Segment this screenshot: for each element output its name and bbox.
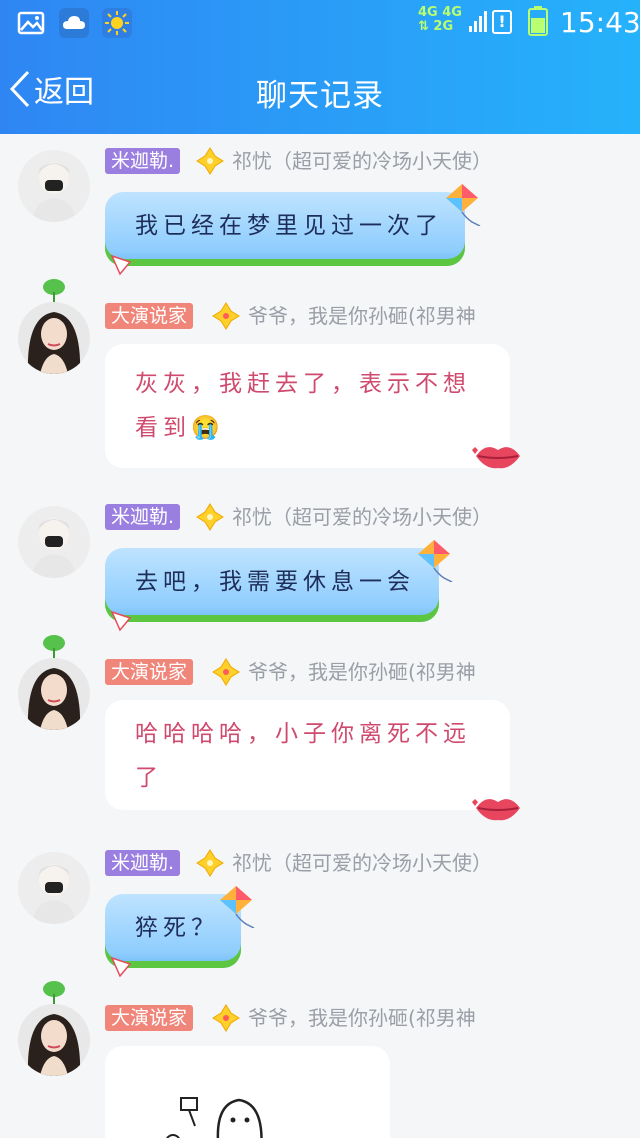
chat-message: 大演说家 爷爷，我是你孙砸(祁男神 灰灰，我赶去了，表示不想看到😭 [0,279,640,484]
message-bubble[interactable] [105,1046,390,1138]
message-text: 哈哈哈哈，小子你离死不远了 [135,721,471,791]
message-bubble[interactable]: 哈哈哈哈，小子你离死不远了 [105,700,510,810]
cloud-icon [59,8,89,38]
network-line-2: ⇅ 2G [418,19,454,34]
avatar-image-boy [18,506,90,578]
leaf-ornament-icon [43,635,65,660]
kite-icon [446,184,481,226]
message-text: 去吧，我需要休息一会 [135,569,415,595]
diamond-badge-icon [212,302,240,330]
sender-name: 爷爷，我是你孙砸(祁男神 [248,304,476,328]
kite-icon [418,540,453,582]
avatar-image-girl [18,302,90,374]
status-bar: 4G 4G ⇅ 2G ! 15:43 [0,0,640,46]
avatar-image-boy [18,852,90,924]
leaf-ornament-icon [43,279,65,304]
sender-tag: 大演说家 [105,303,194,329]
avatar[interactable] [18,1004,90,1076]
avatar-image-girl [18,1004,90,1076]
sender-tag: 米迦勒. [105,148,181,174]
page-title: 聊天记录 [256,78,384,114]
sender-tag: 米迦勒. [105,850,181,876]
message-bubble[interactable]: 去吧，我需要休息一会 [105,548,439,622]
lips-kiss-icon [472,799,520,821]
diamond-badge-icon [212,658,240,686]
chat-message: 米迦勒. 祁忧（超可爱的冷场小天使） 去吧，我需要休息一会 [0,490,640,640]
diamond-badge-icon [212,1004,240,1032]
chat-history-list[interactable]: 米迦勒. 祁忧（超可爱的冷场小天使） 我已经在梦里见过一次了 大演说家 爷爷，我… [0,134,640,1138]
message-text: 灰灰，我赶去了，表示不想看到😭 [135,371,471,441]
sender-name: 爷爷，我是你孙砸(祁男神 [248,1006,476,1030]
sticker-image [166,1097,263,1138]
sender-name: 祁忧（超可爱的冷场小天使） [232,851,492,875]
weather-sun-icon [102,8,132,38]
message-text: 我已经在梦里见过一次了 [135,213,443,239]
avatar[interactable] [18,302,90,374]
sender-name: 爷爷，我是你孙砸(祁男神 [248,660,476,684]
network-indicator: 4G 4G ⇅ 2G [418,6,468,40]
chat-message: 大演说家 爷爷，我是你孙砸(祁男神 哈哈哈哈，小子你离死不远了 [0,635,640,840]
avatar-image-boy [18,150,90,222]
sender-tag: 大演说家 [105,659,194,685]
message-text: 猝死？ [135,915,219,941]
message-bubble[interactable]: 我已经在梦里见过一次了 [105,192,465,266]
diamond-badge-icon [196,849,224,877]
message-bubble[interactable]: 灰灰，我赶去了，表示不想看到😭 [105,344,510,468]
avatar-image-girl [18,658,90,730]
kite-icon [220,886,255,928]
avatar[interactable] [18,506,90,578]
sender-name: 祁忧（超可爱的冷场小天使） [232,149,492,173]
avatar[interactable] [18,150,90,222]
notification-alert-icon: ! [492,10,512,34]
sender-tag: 米迦勒. [105,504,181,530]
network-line-1: 4G 4G [418,5,462,20]
nav-bar: 返回 聊天记录 [0,46,640,134]
diamond-badge-icon [196,503,224,531]
chat-message: 大演说家 爷爷，我是你孙砸(祁男神 [0,981,640,1138]
chat-message: 米迦勒. 祁忧（超可爱的冷场小天使） 猝死？ [0,836,640,986]
bubble-decoration-icon [110,254,132,276]
chat-message: 米迦勒. 祁忧（超可爱的冷场小天使） 我已经在梦里见过一次了 [0,134,640,284]
bubble-decoration-icon [110,956,132,978]
lips-kiss-icon [472,447,520,469]
gallery-icon [17,11,45,35]
leaf-ornament-icon [43,981,65,1006]
diamond-badge-icon [196,147,224,175]
battery-icon [528,6,548,36]
sender-tag: 大演说家 [105,1005,194,1031]
bubble-decoration-icon [110,610,132,632]
avatar[interactable] [18,658,90,730]
avatar[interactable] [18,852,90,924]
clock-time: 15:43 [560,6,640,39]
signal-icon [469,11,487,32]
sender-name: 祁忧（超可爱的冷场小天使） [232,505,492,529]
